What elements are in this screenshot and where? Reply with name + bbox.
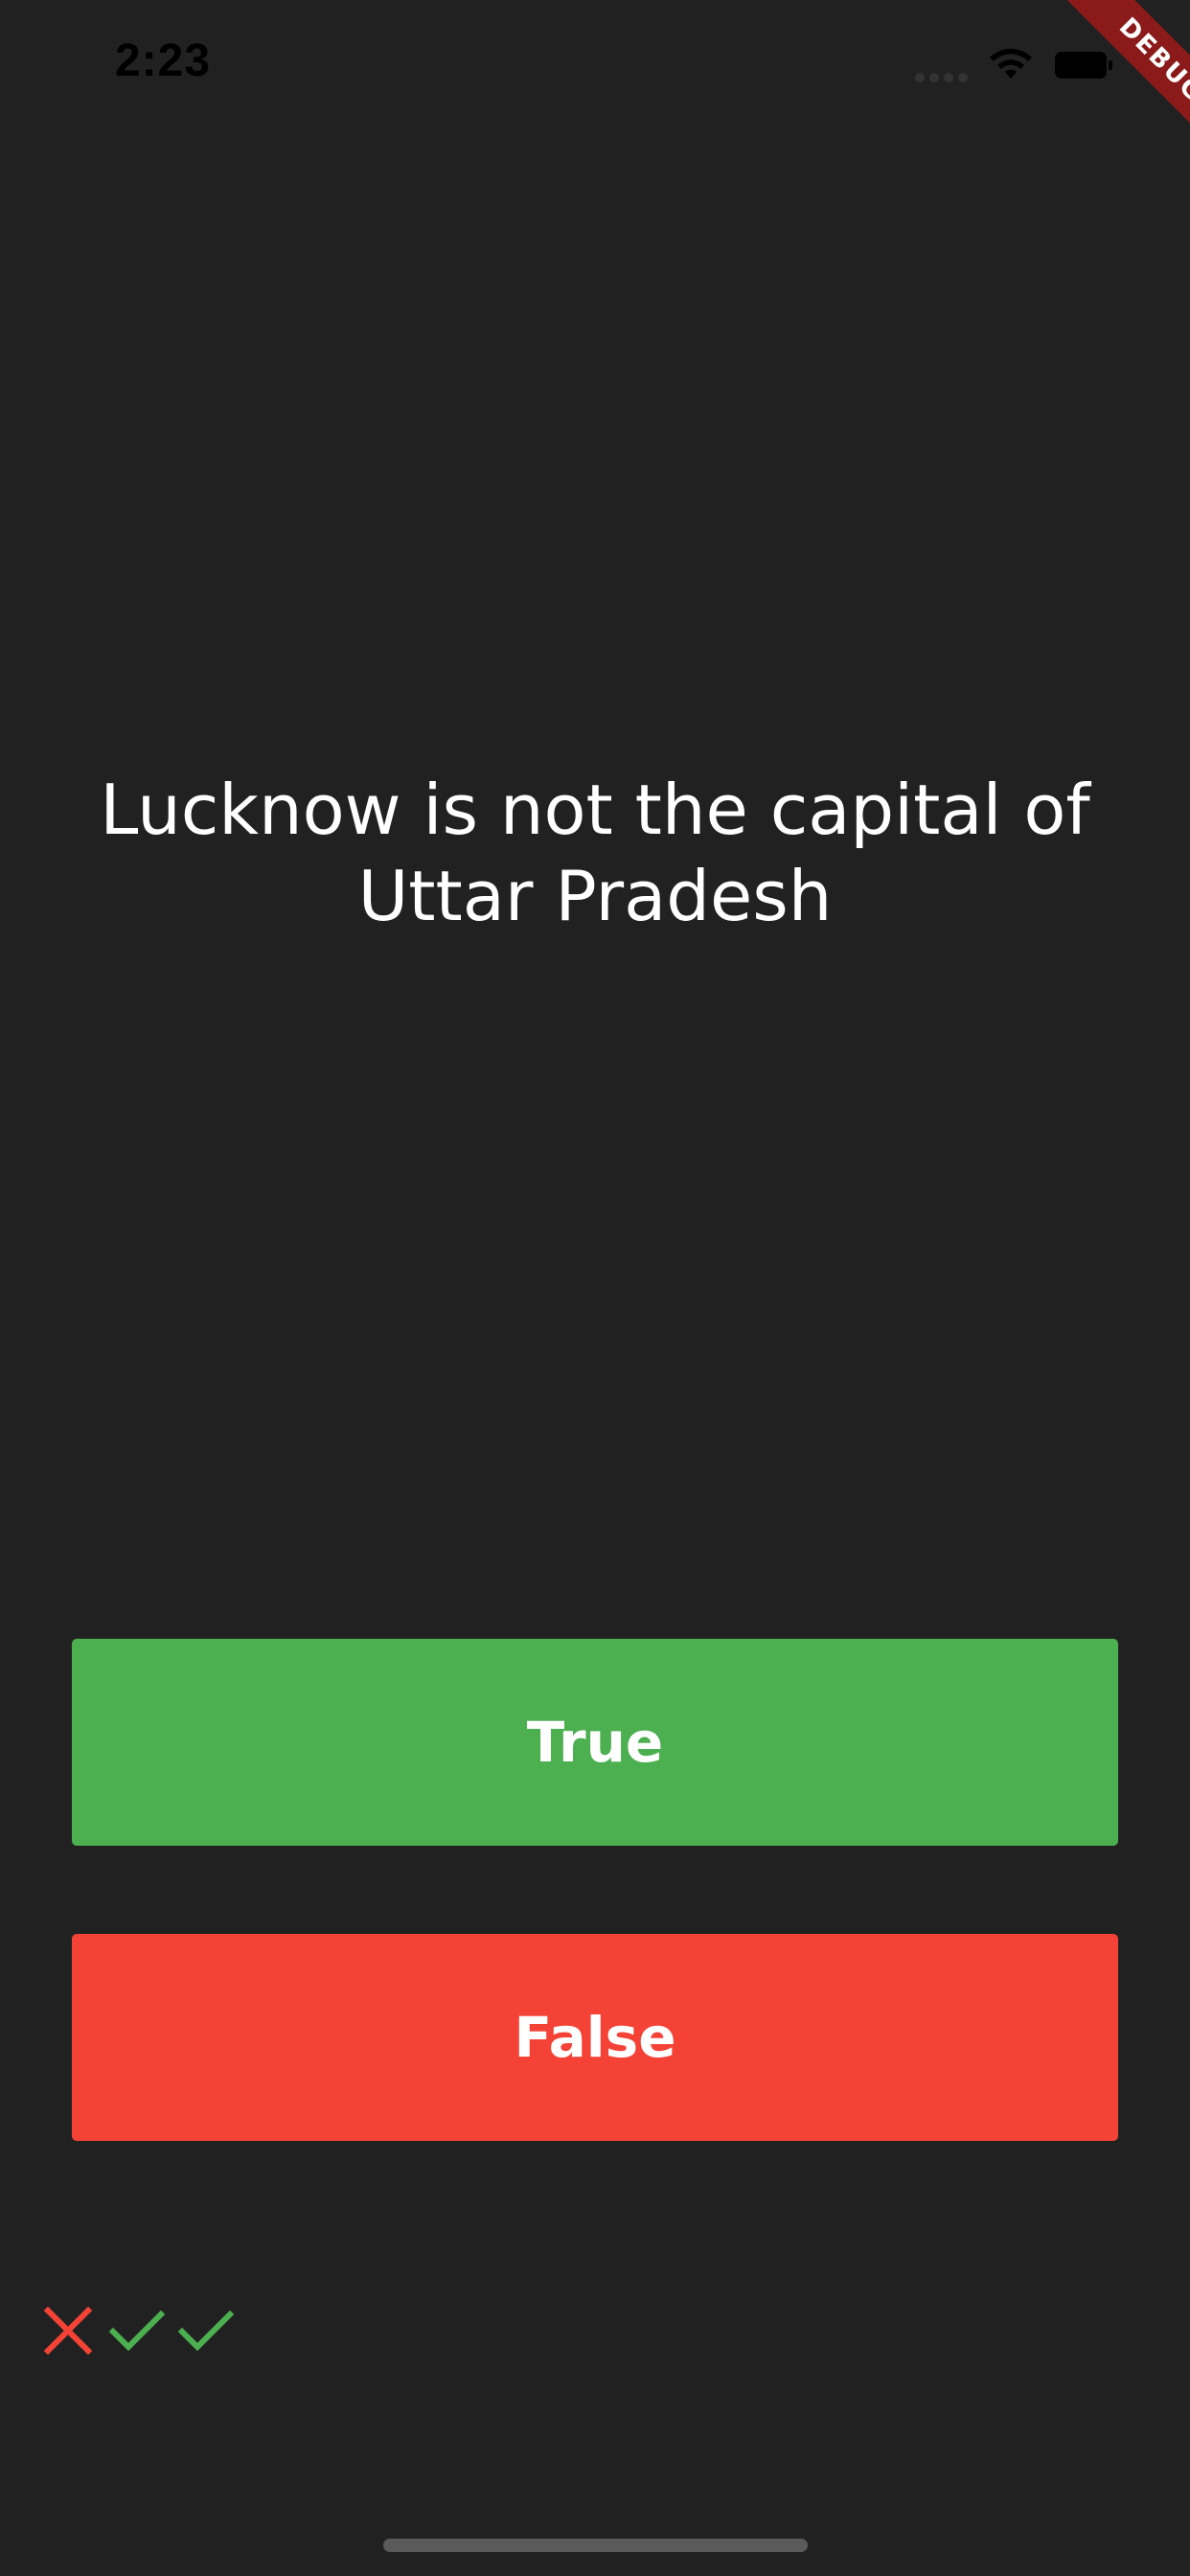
check-icon [177, 2310, 235, 2352]
question-text: Lucknow is not the capital of Uttar Prad… [100, 770, 1090, 936]
wifi-icon [990, 48, 1032, 79]
false-button-label: False [514, 2005, 676, 2070]
status-bar: 2:23 [0, 0, 1190, 126]
false-button[interactable]: False [72, 1934, 1118, 2141]
score-keeper [38, 2300, 236, 2361]
status-time: 2:23 [115, 35, 212, 86]
true-button[interactable]: True [72, 1639, 1118, 1846]
question-area: Lucknow is not the capital of Uttar Prad… [57, 767, 1133, 939]
home-indicator[interactable] [383, 2539, 808, 2552]
true-button-label: True [526, 1710, 664, 1775]
battery-icon [1055, 52, 1112, 79]
check-icon [108, 2310, 166, 2352]
close-icon [43, 2306, 93, 2356]
quiz-screen: 2:23 DEBUG Lucknow is not the capital of… [0, 0, 1190, 2576]
cellular-signal-icon [915, 73, 969, 84]
